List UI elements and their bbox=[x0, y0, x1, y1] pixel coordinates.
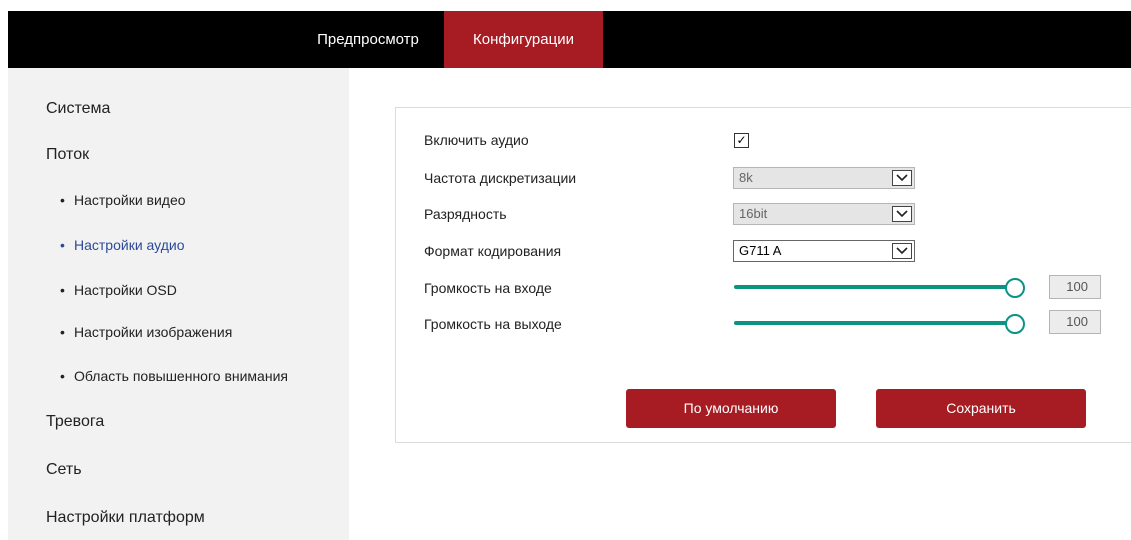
main-content: Включить аудио ✓ Частота дискретизации 8… bbox=[349, 68, 1131, 540]
save-button[interactable]: Сохранить bbox=[876, 389, 1086, 428]
slider-track bbox=[734, 321, 1014, 325]
sidebar-item-alarm[interactable]: Тревога bbox=[46, 413, 104, 431]
sidebar-subitem-label: Настройки изображения bbox=[74, 324, 233, 340]
bit-depth-select[interactable]: 16bit bbox=[733, 203, 915, 225]
chevron-down-icon bbox=[892, 243, 912, 259]
encoding-format-label: Формат кодирования bbox=[424, 243, 562, 259]
default-button[interactable]: По умолчанию bbox=[626, 389, 836, 428]
bullet-icon: • bbox=[60, 282, 65, 298]
input-volume-value[interactable]: 100 bbox=[1049, 275, 1101, 299]
sample-rate-select[interactable]: 8k bbox=[733, 167, 915, 189]
chevron-down-icon bbox=[892, 206, 912, 222]
sidebar-subitem-roi[interactable]: • Область повышенного внимания bbox=[60, 368, 288, 384]
sidebar-subitem-label: Настройки аудио bbox=[74, 237, 185, 253]
bit-depth-value: 16bit bbox=[739, 206, 768, 221]
audio-settings-panel: Включить аудио ✓ Частота дискретизации 8… bbox=[395, 107, 1131, 443]
output-volume-value[interactable]: 100 bbox=[1049, 310, 1101, 334]
sidebar-subitem-image-settings[interactable]: • Настройки изображения bbox=[60, 324, 232, 340]
sample-rate-label: Частота дискретизации bbox=[424, 170, 577, 186]
sidebar-item-network[interactable]: Сеть bbox=[46, 461, 82, 479]
input-volume-label: Громкость на входе bbox=[424, 280, 552, 296]
output-volume-slider[interactable] bbox=[734, 314, 1025, 334]
app-window: Предпросмотр Конфигурации Система Поток … bbox=[8, 11, 1131, 540]
sidebar: Система Поток • Настройки видео • Настройк… bbox=[8, 68, 349, 540]
slider-track bbox=[734, 285, 1014, 289]
encoding-format-value: G711 A bbox=[739, 243, 782, 258]
sample-rate-value: 8k bbox=[739, 170, 753, 185]
sidebar-item-stream[interactable]: Поток bbox=[46, 146, 89, 164]
sidebar-subitem-audio-settings[interactable]: • Настройки аудио bbox=[60, 237, 184, 253]
checkmark-icon: ✓ bbox=[736, 133, 747, 147]
enable-audio-label: Включить аудио bbox=[424, 132, 529, 148]
sidebar-item-system[interactable]: Система bbox=[46, 100, 110, 118]
sidebar-subitem-label: Настройки видео bbox=[74, 192, 186, 208]
sidebar-subitem-video-settings[interactable]: • Настройки видео bbox=[60, 192, 186, 208]
sidebar-subitem-label: Настройки OSD bbox=[74, 282, 177, 298]
top-navigation-bar: Предпросмотр Конфигурации bbox=[8, 11, 1131, 68]
bullet-icon: • bbox=[60, 192, 65, 208]
enable-audio-checkbox[interactable]: ✓ bbox=[734, 133, 749, 148]
slider-thumb[interactable] bbox=[1005, 278, 1025, 298]
bullet-icon: • bbox=[60, 324, 65, 340]
bullet-icon: • bbox=[60, 237, 65, 253]
tab-configuration[interactable]: Конфигурации bbox=[444, 11, 603, 68]
bullet-icon: • bbox=[60, 368, 65, 384]
tab-preview[interactable]: Предпросмотр bbox=[295, 11, 441, 68]
sidebar-item-platform-settings[interactable]: Настройки платформ bbox=[46, 509, 205, 527]
input-volume-slider[interactable] bbox=[734, 278, 1025, 298]
bit-depth-label: Разрядность bbox=[424, 206, 507, 222]
output-volume-label: Громкость на выходе bbox=[424, 316, 562, 332]
slider-thumb[interactable] bbox=[1005, 314, 1025, 334]
sidebar-subitem-osd-settings[interactable]: • Настройки OSD bbox=[60, 282, 177, 298]
sidebar-subitem-label: Область повышенного внимания bbox=[74, 368, 288, 384]
encoding-format-select[interactable]: G711 A bbox=[733, 240, 915, 262]
chevron-down-icon bbox=[892, 170, 912, 186]
